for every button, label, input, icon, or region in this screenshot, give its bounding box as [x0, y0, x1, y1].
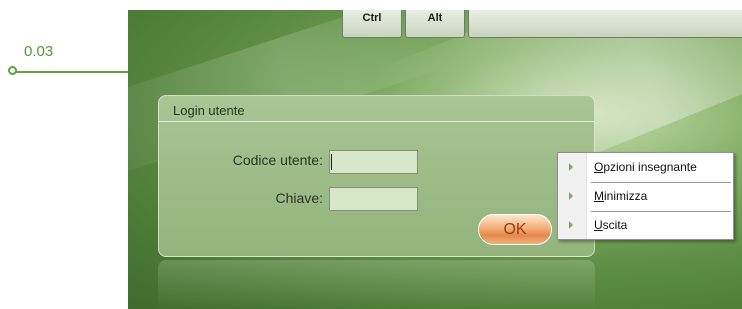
menu-item-label: Opzioni insegnante	[594, 160, 697, 174]
menu-item-exit[interactable]: Uscita	[558, 212, 733, 239]
annotation-leader-line	[14, 71, 128, 73]
context-menu: Opzioni insegnante Minimizza Uscita	[557, 152, 734, 240]
login-title: Login utente	[173, 103, 245, 118]
user-code-label: Codice utente:	[232, 152, 323, 168]
menu-item-label: Minimizza	[594, 189, 648, 203]
ok-button[interactable]: OK	[478, 214, 552, 245]
menu-item-minimize[interactable]: Minimizza	[558, 183, 733, 210]
menu-item-label: Uscita	[594, 218, 628, 232]
panel-reflection	[158, 260, 595, 309]
keyboard-text-bar[interactable]	[468, 10, 742, 38]
ctrl-key[interactable]: Ctrl	[342, 10, 402, 38]
submenu-arrow-icon	[569, 221, 573, 229]
password-label: Chiave:	[275, 190, 323, 206]
password-input[interactable]	[329, 187, 418, 211]
menu-item-teacher-options[interactable]: Opzioni insegnante	[558, 154, 733, 181]
login-panel: Login utente Codice utente: Chiave: OK	[158, 95, 595, 257]
user-code-input[interactable]	[329, 150, 418, 174]
annotation-value: 0.03	[24, 43, 54, 60]
title-divider	[159, 121, 594, 122]
text-caret	[331, 154, 332, 170]
submenu-arrow-icon	[569, 192, 573, 200]
annotation-anchor-dot	[8, 66, 17, 75]
alt-key[interactable]: Alt	[405, 10, 465, 38]
submenu-arrow-icon	[569, 163, 573, 171]
